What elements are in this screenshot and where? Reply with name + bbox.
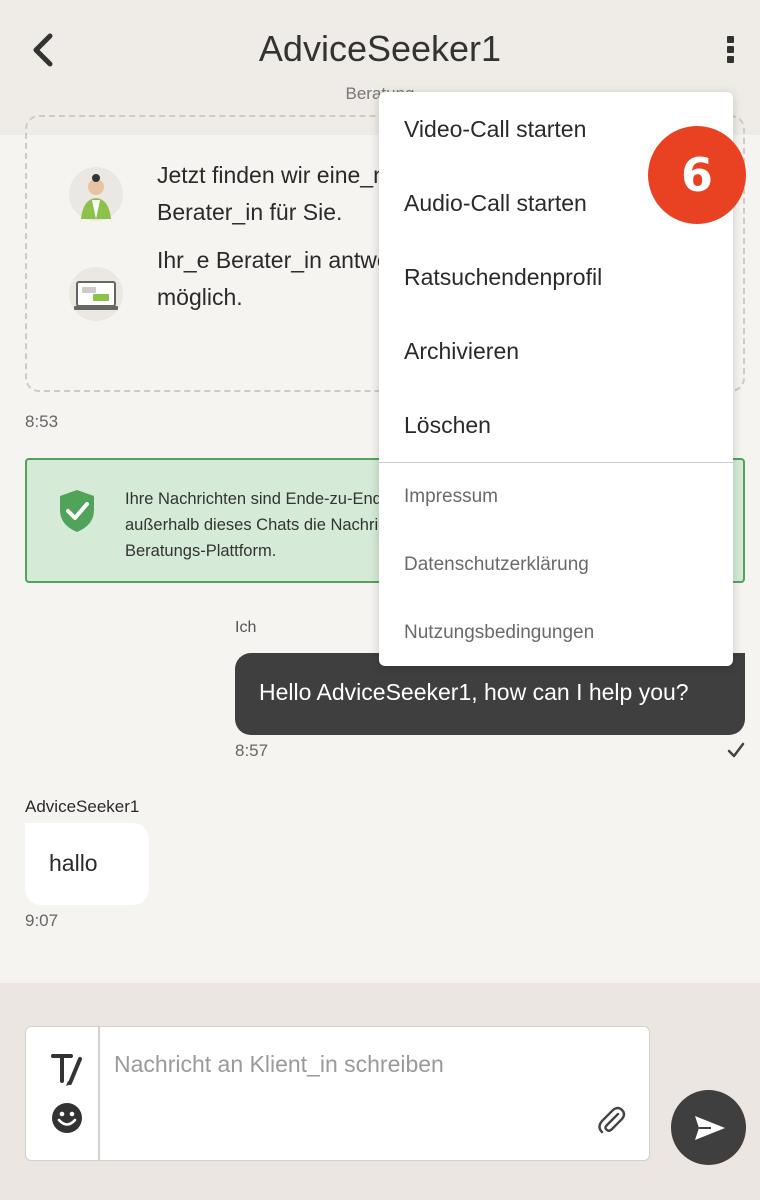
send-button[interactable] (671, 1090, 746, 1165)
menu-item-privacy[interactable]: Datenschutzerklärung (404, 554, 589, 576)
menu-item-terms[interactable]: Nutzungsbedingungen (404, 622, 594, 644)
message-bubble-incoming[interactable]: hallo (25, 823, 149, 905)
message-composer[interactable]: Nachricht an Klient_in schreiben (25, 1026, 650, 1161)
page-title: AdviceSeeker1 (258, 28, 502, 69)
paperclip-icon[interactable] (596, 1105, 626, 1135)
message-timestamp: 8:57 (235, 741, 269, 760)
message-sender: AdviceSeeker1 (25, 797, 140, 816)
menu-item-delete[interactable]: Löschen (404, 412, 491, 439)
composer-toolbar (26, 1027, 100, 1160)
read-check-icon (726, 740, 746, 760)
message-sender: Ich (235, 619, 257, 636)
more-options-icon[interactable] (716, 36, 744, 66)
message-timestamp: 9:07 (25, 911, 59, 930)
menu-item-audio-call[interactable]: Audio-Call starten (404, 190, 587, 217)
shield-check-icon (57, 488, 97, 534)
menu-item-video-call[interactable]: Video-Call starten (404, 116, 586, 143)
menu-divider (379, 462, 733, 463)
menu-item-imprint[interactable]: Impressum (404, 486, 498, 508)
menu-item-archive[interactable]: Archivieren (404, 338, 519, 365)
intro-timestamp: 8:53 (25, 412, 59, 431)
message-input[interactable]: Nachricht an Klient_in schreiben (114, 1051, 444, 1078)
text-format-icon[interactable] (50, 1051, 84, 1087)
menu-item-profile[interactable]: Ratsuchendenprofil (404, 264, 602, 291)
laptop-chat-icon (69, 267, 123, 321)
emoji-icon[interactable] (51, 1102, 83, 1134)
step-number-badge: 6 (648, 126, 746, 224)
adviser-avatar-icon (69, 167, 123, 221)
send-icon (695, 1116, 725, 1140)
